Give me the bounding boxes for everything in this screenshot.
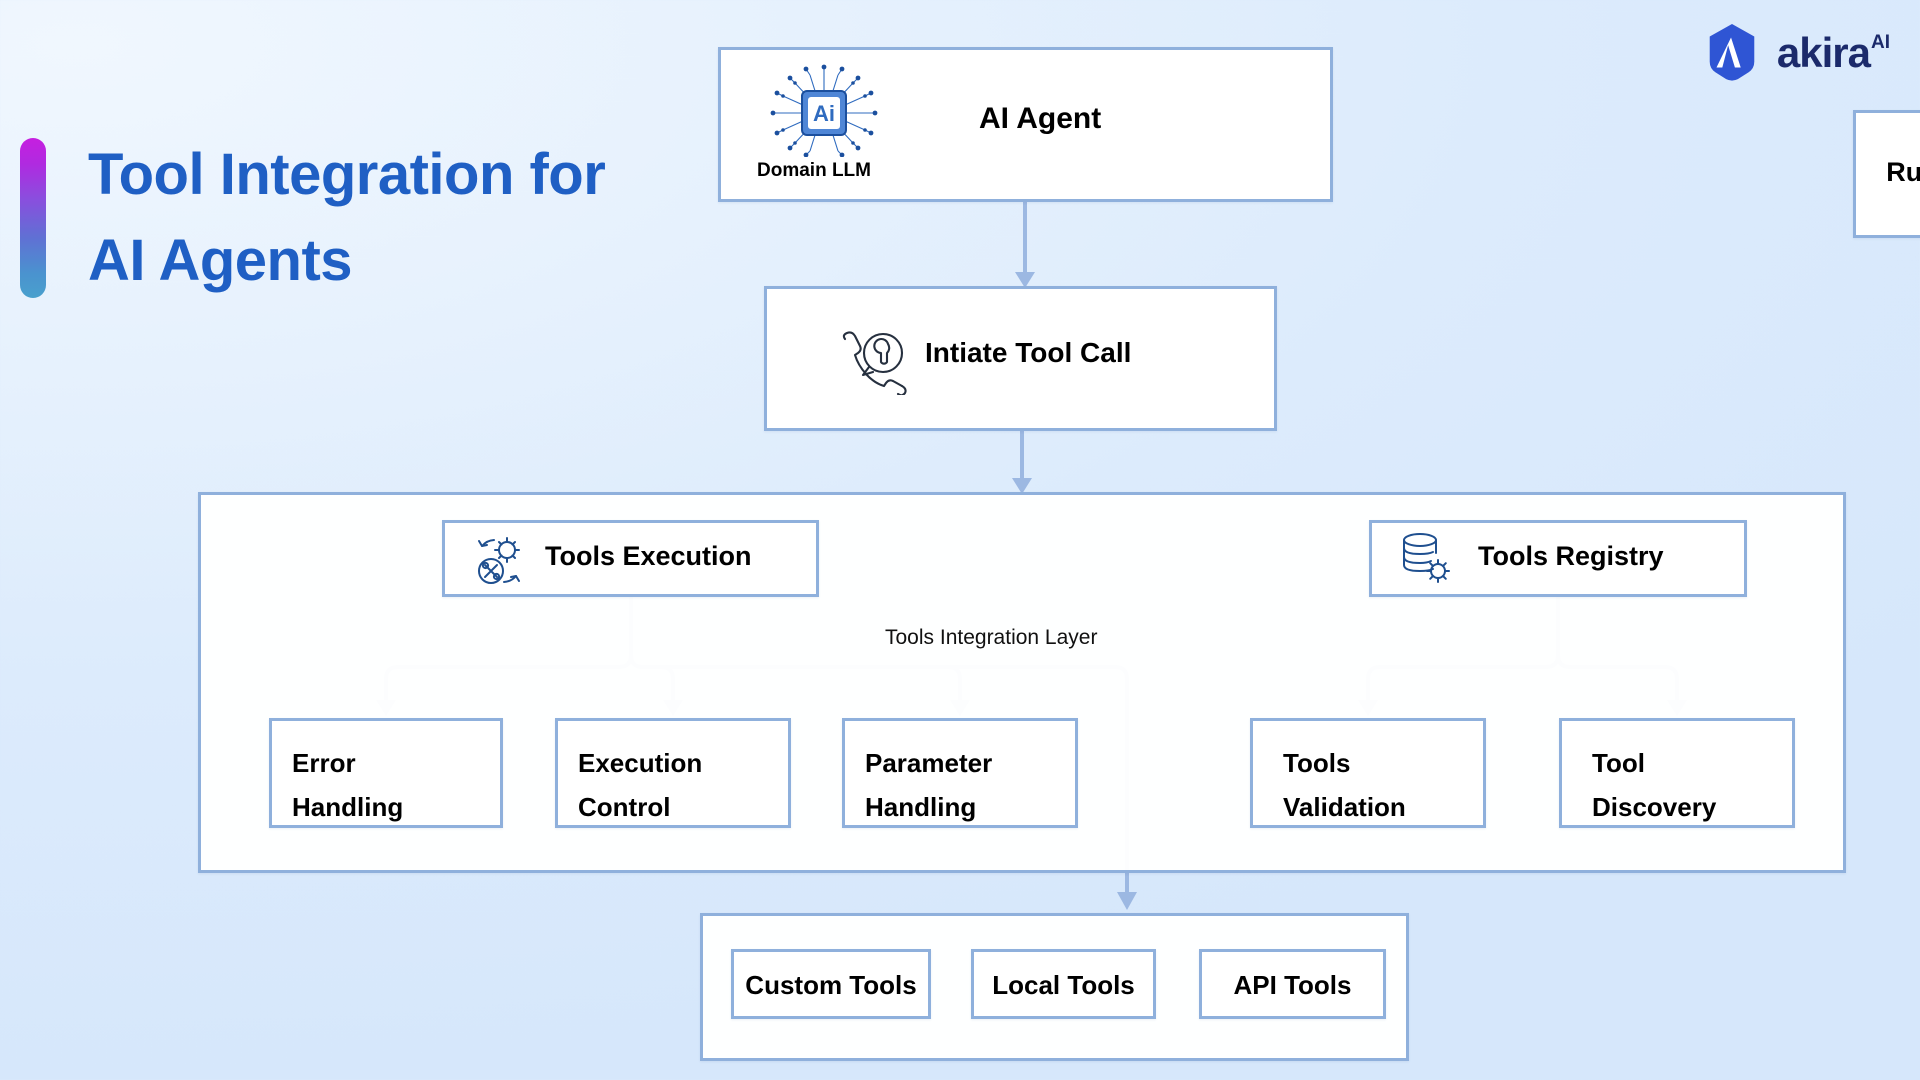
tools-execution-label: Tools Execution — [545, 541, 752, 571]
tools-validation-line-2: Validation — [1283, 792, 1406, 822]
api-tools-label: API Tools — [1233, 970, 1352, 1000]
local-tools-box: Local Tools — [971, 949, 1156, 1019]
gear-tools-refresh-icon — [478, 537, 520, 584]
local-tools-label: Local Tools — [992, 970, 1135, 1000]
tools-registry-label: Tools Registry — [1478, 541, 1664, 571]
tools-validation-box: Tools Validation — [1250, 718, 1486, 828]
domain-llm-label: Domain LLM — [757, 160, 871, 181]
parameter-handling-box: Parameter Handling — [842, 718, 1078, 828]
parameter-handling-line-2: Handling — [865, 792, 977, 822]
ai-chip-icon: Ai — [770, 64, 878, 157]
page-title-line-1: Tool Integration for — [88, 142, 606, 207]
database-gear-icon — [1403, 533, 1450, 583]
error-handling-line-1: Error — [292, 748, 356, 778]
rules-label: Rules — [1886, 157, 1920, 187]
error-handling-box: Error Handling — [269, 718, 503, 828]
phone-wrench-tool-call-icon — [842, 331, 907, 395]
ai-agent-title: AI Agent — [979, 102, 1102, 135]
initiate-tool-call-box: Intiate Tool Call — [764, 286, 1277, 431]
brand-superscript: AI — [1871, 32, 1890, 53]
custom-tools-label: Custom Tools — [745, 970, 917, 1000]
brand-name: akira — [1776, 29, 1871, 76]
tool-discovery-box: Tool Discovery — [1559, 718, 1795, 828]
diagram-canvas: Tool Integration for AI Agents akira AI — [0, 0, 1920, 1080]
execution-control-box: Execution Control — [555, 718, 791, 828]
ai-agent-box: Ai Domain LLM AI Agent Rules — [718, 47, 1920, 238]
page-title-line-2: AI Agents — [88, 228, 353, 293]
tools-execution-box: Tools Execution — [442, 520, 819, 597]
initiate-tool-call-label: Intiate Tool Call — [925, 337, 1132, 368]
parameter-handling-line-1: Parameter — [865, 748, 993, 778]
tools-integration-layer-label: Tools Integration Layer — [885, 626, 1098, 649]
svg-text:Ai: Ai — [813, 101, 835, 126]
api-tools-box: API Tools — [1199, 949, 1386, 1019]
tools-registry-box: Tools Registry — [1369, 520, 1747, 597]
rules-box: Rules — [1853, 110, 1920, 238]
tool-discovery-line-2: Discovery — [1592, 792, 1717, 822]
brand-logo: akira AI — [1701, 22, 1890, 84]
execution-control-line-1: Execution — [578, 748, 703, 778]
page-title: Tool Integration for AI Agents — [20, 132, 606, 304]
error-handling-line-2: Handling — [292, 792, 404, 822]
tools-validation-line-1: Tools — [1283, 748, 1351, 778]
execution-control-line-2: Control — [578, 792, 671, 822]
tool-discovery-line-1: Tool — [1592, 748, 1645, 778]
title-accent-bar — [20, 138, 46, 298]
custom-tools-box: Custom Tools — [731, 949, 931, 1019]
akira-hexagon-logo-icon — [1709, 23, 1755, 81]
